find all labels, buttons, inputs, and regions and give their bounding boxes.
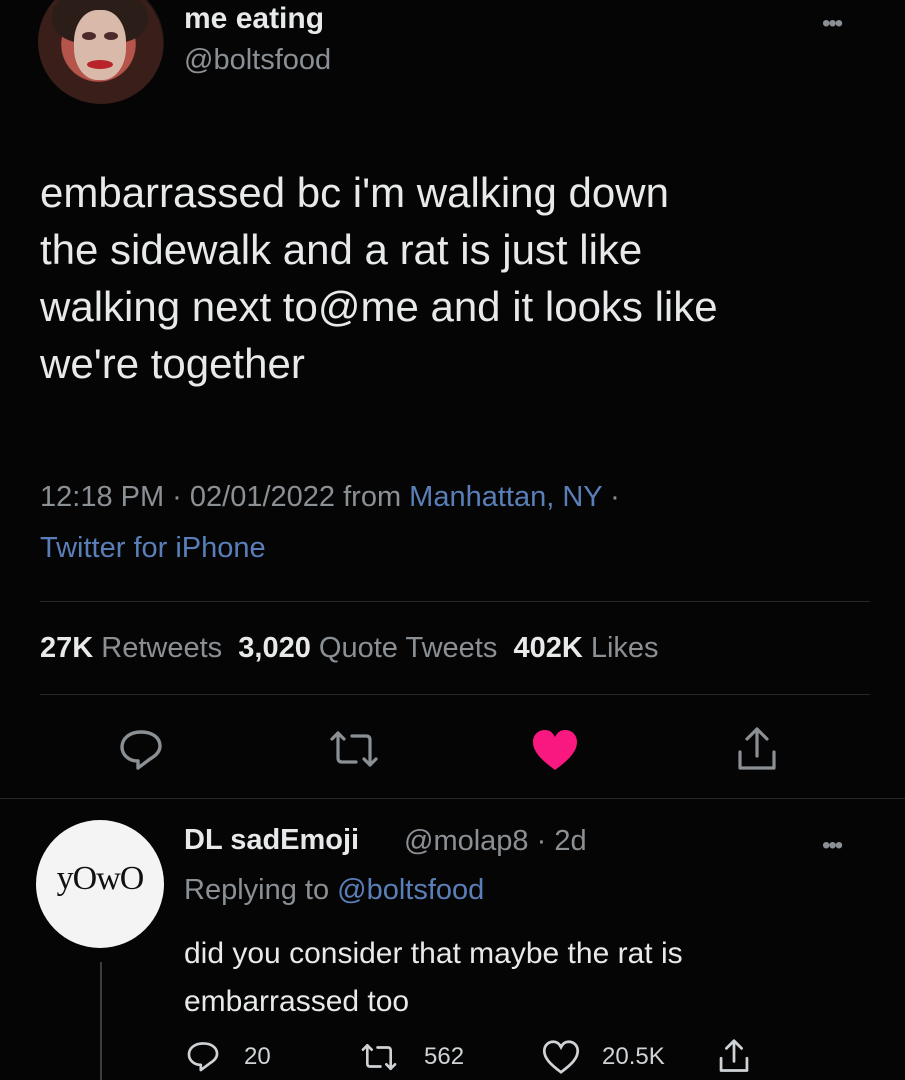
like-count: 20.5K [602, 1043, 665, 1070]
divider [40, 601, 870, 602]
tweet-metadata: 12:18 PM · 02/01/2022 from Manhattan, NY… [40, 481, 620, 514]
reply-text: did you consider that maybe the rat is e… [184, 937, 683, 1018]
reply-handle-time[interactable]: @molap8 · 2d [404, 825, 587, 858]
tweet-source[interactable]: Twitter for iPhone [40, 532, 266, 565]
replying-to: Replying to @boltsfood [184, 874, 485, 906]
avatar[interactable] [38, 0, 164, 104]
tweet-text: embarrassed bc i'm walking down the side… [40, 169, 718, 387]
replying-to-handle[interactable]: @boltsfood [337, 874, 484, 906]
divider [40, 694, 870, 695]
tweet-location[interactable]: Manhattan, NY [409, 481, 602, 513]
tweet-timestamp[interactable]: 12:18 PM · 02/01/2022 from [40, 481, 409, 513]
retweet-icon[interactable] [360, 1043, 398, 1071]
reply-icon[interactable] [118, 728, 164, 770]
reply-icon[interactable] [186, 1040, 220, 1072]
likes-stat[interactable]: 402K Likes [513, 632, 658, 664]
share-icon[interactable] [736, 726, 778, 772]
heart-icon[interactable] [530, 728, 580, 772]
retweets-stat[interactable]: 27K Retweets [40, 632, 222, 664]
more-dots-icon[interactable]: ••• [822, 832, 843, 860]
reply-avatar[interactable]: yOwO [36, 820, 164, 948]
divider [0, 798, 905, 799]
display-name[interactable]: me eating [184, 2, 324, 36]
tweet-stats: 27K Retweets 3,020 Quote Tweets 402K Lik… [40, 632, 659, 665]
quotes-stat[interactable]: 3,020 Quote Tweets [238, 632, 497, 664]
avatar-text: yOwO [56, 860, 145, 897]
reply-count: 20 [244, 1043, 271, 1070]
heart-icon[interactable] [542, 1040, 580, 1074]
user-handle[interactable]: @boltsfood [184, 44, 331, 77]
reply-display-name[interactable]: DL sadEmoji [184, 824, 359, 857]
thread-line [100, 962, 102, 1080]
metadata-separator: · [602, 481, 620, 513]
retweet-icon[interactable] [328, 730, 380, 768]
more-dots-icon[interactable]: ••• [822, 10, 843, 38]
retweet-count: 562 [424, 1043, 465, 1070]
share-icon[interactable] [718, 1038, 750, 1074]
